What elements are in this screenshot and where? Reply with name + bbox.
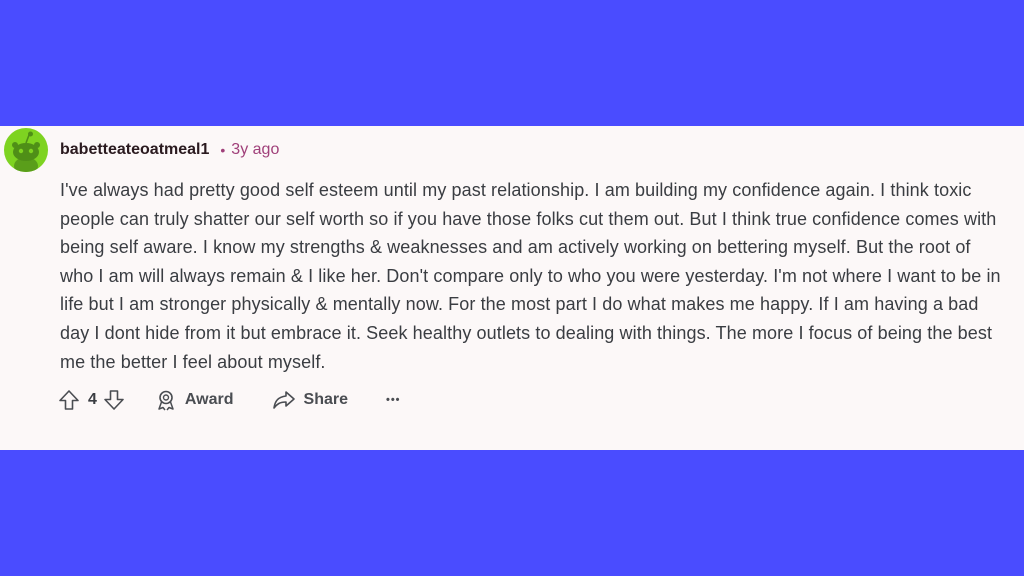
share-button[interactable]: Share xyxy=(272,389,348,411)
avatar[interactable] xyxy=(4,128,48,172)
comment-header: babetteateoatmeal1 • 3y ago xyxy=(4,128,279,172)
share-label: Share xyxy=(303,391,348,408)
more-options-button[interactable]: ••• xyxy=(386,394,401,406)
award-label: Award xyxy=(184,391,234,408)
downvote-button[interactable] xyxy=(103,389,125,411)
upvote-icon xyxy=(59,390,79,410)
avatar-snoo-icon xyxy=(12,131,40,172)
action-bar: 4 Award Share ••• xyxy=(58,384,401,416)
upvote-button[interactable] xyxy=(58,389,80,411)
separator-dot: • xyxy=(220,142,226,158)
comment-body: I've always had pretty good self esteem … xyxy=(60,180,1001,372)
more-icon: ••• xyxy=(385,394,401,406)
downvote-icon xyxy=(104,390,124,410)
timestamp[interactable]: 3y ago xyxy=(231,141,279,159)
share-icon xyxy=(272,391,295,409)
comment-card: babetteateoatmeal1 • 3y ago I've always … xyxy=(0,126,1024,450)
award-button[interactable]: Award xyxy=(155,389,234,411)
award-icon xyxy=(158,390,174,411)
vote-count: 4 xyxy=(88,391,97,408)
username[interactable]: babetteateoatmeal1 xyxy=(60,141,209,159)
